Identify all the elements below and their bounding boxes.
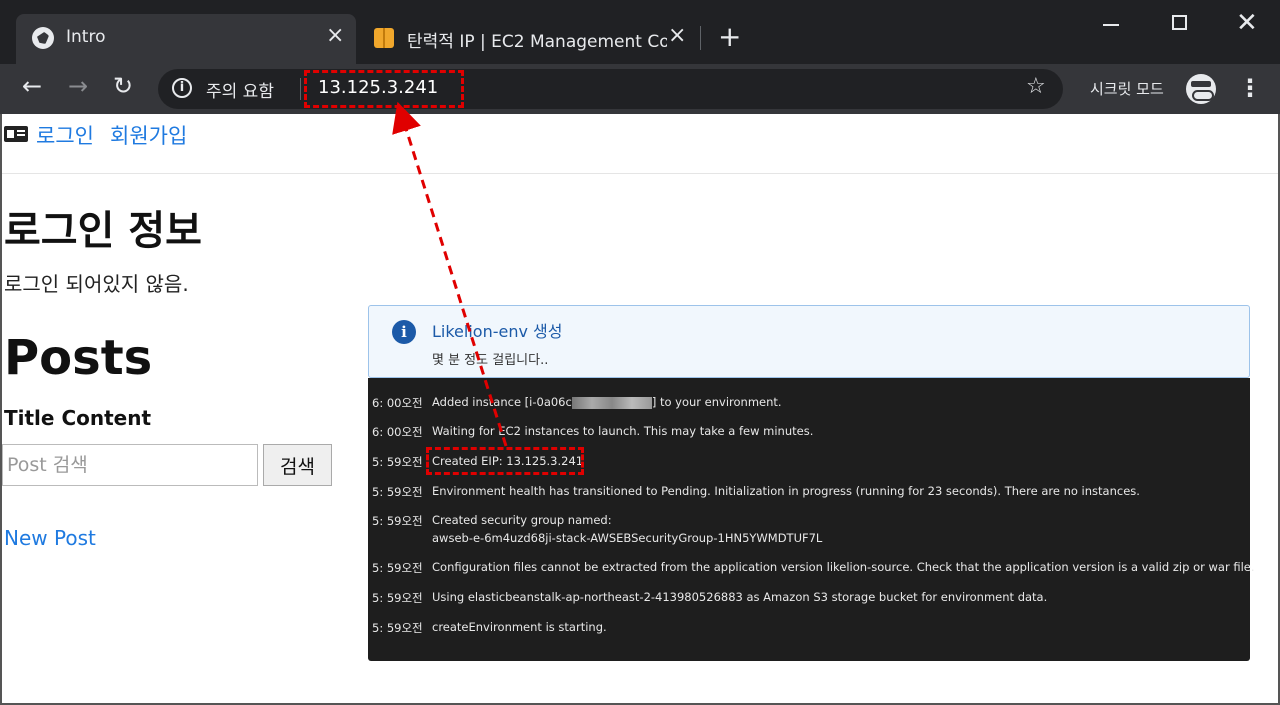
- log-message: Added instance [i-0a06c] to your environ…: [432, 395, 782, 409]
- log-message: Environment health has transitioned to P…: [432, 484, 1140, 498]
- login-info-heading: 로그인 정보: [4, 208, 202, 254]
- redacted-block: [571, 396, 652, 409]
- log-time: 5: 59오전: [372, 455, 423, 469]
- aws-cube-icon: [374, 28, 394, 48]
- incognito-icon[interactable]: [1186, 74, 1216, 104]
- log-message: createEnvironment is starting.: [432, 620, 607, 634]
- eb-banner-title: Likelion-env 생성: [432, 322, 563, 341]
- log-message: Configuration files cannot be extracted …: [432, 560, 1255, 574]
- address-bar[interactable]: [158, 69, 1063, 109]
- log-time: 5: 59오전: [372, 561, 423, 575]
- log-time: 5: 59오전: [372, 485, 423, 499]
- new-tab-button[interactable]: +: [718, 20, 741, 53]
- log-message: awseb-e-6m4uzd68ji-stack-AWSEBSecurityGr…: [432, 531, 823, 545]
- reload-icon[interactable]: ↻: [113, 74, 133, 98]
- kebab-menu-icon[interactable]: ⋮: [1238, 74, 1262, 102]
- log-message: Using elasticbeanstalk-ap-northeast-2-41…: [432, 590, 1048, 604]
- log-message: Waiting for EC2 instances to launch. Thi…: [432, 424, 814, 438]
- close-tab-icon[interactable]: ×: [668, 25, 686, 47]
- url-highlight-box: [304, 70, 464, 108]
- login-link[interactable]: 로그인: [36, 120, 94, 150]
- eip-highlight-box: [426, 447, 584, 475]
- info-icon[interactable]: i: [172, 78, 192, 98]
- new-post-link[interactable]: New Post: [4, 526, 96, 550]
- log-time: 6: 00오전: [372, 425, 423, 439]
- tab-ec2-elastic-ip[interactable]: 탄력적 IP | EC2 Management Co ×: [362, 14, 698, 64]
- post-search-input[interactable]: [2, 444, 258, 486]
- tab-strip: Intro × 탄력적 IP | EC2 Management Co × + ✕: [0, 0, 1280, 64]
- tab-intro[interactable]: Intro ×: [16, 14, 356, 64]
- url-divider: [300, 78, 301, 100]
- log-time: 5: 59오전: [372, 621, 423, 635]
- signup-link[interactable]: 회원가입: [110, 120, 187, 150]
- log-time: 5: 59오전: [372, 591, 423, 605]
- tab-title: 탄력적 IP | EC2 Management Co: [407, 32, 667, 52]
- log-message: Created security group named:: [432, 513, 612, 527]
- eb-banner-subtitle: 몇 분 정도 걸립니다..: [432, 353, 549, 368]
- close-tab-icon[interactable]: ×: [326, 25, 344, 47]
- globe-icon: [32, 27, 54, 49]
- id-card-icon: [4, 126, 28, 142]
- log-time: 5: 59오전: [372, 514, 423, 528]
- close-window-icon[interactable]: ✕: [1236, 8, 1258, 38]
- posts-columns-heading: Title Content: [4, 406, 152, 430]
- divider: [2, 173, 1278, 174]
- bookmark-star-icon[interactable]: ☆: [1026, 74, 1046, 99]
- posts-heading: Posts: [4, 330, 153, 386]
- login-status-text: 로그인 되어있지 않음.: [4, 272, 189, 296]
- maximize-icon[interactable]: [1172, 15, 1187, 30]
- minimize-icon[interactable]: [1103, 24, 1119, 26]
- tab-title: Intro: [66, 27, 106, 47]
- forward-arrow-icon[interactable]: →: [68, 74, 88, 98]
- log-time: 6: 00오전: [372, 396, 423, 410]
- info-circle-icon: i: [392, 320, 416, 344]
- incognito-label: 시크릿 모드: [1090, 80, 1164, 98]
- back-arrow-icon[interactable]: ←: [22, 74, 42, 98]
- search-button[interactable]: 검색: [263, 444, 332, 486]
- security-warning[interactable]: 주의 요함: [206, 77, 274, 102]
- tab-divider: [700, 26, 701, 50]
